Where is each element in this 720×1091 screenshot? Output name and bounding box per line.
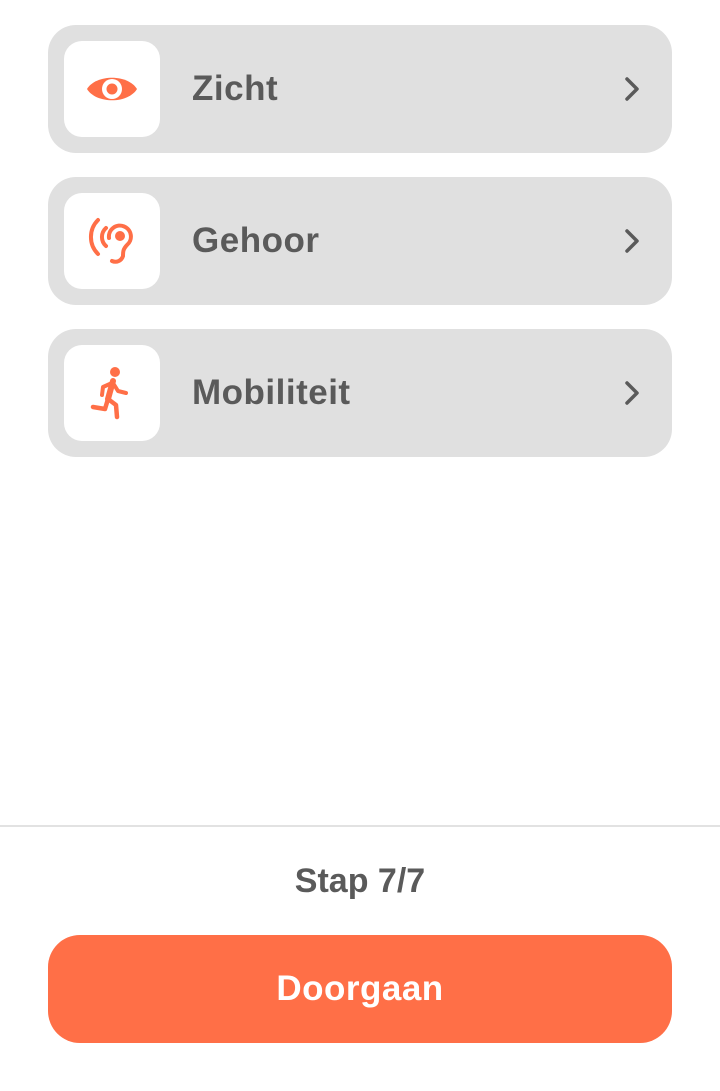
hearing-icon: [88, 218, 133, 264]
chevron-right-icon: [608, 379, 656, 407]
option-label: Gehoor: [192, 221, 320, 260]
step-indicator: Stap 7/7: [294, 862, 426, 900]
screen: Zicht Gehoor Mobiliteit Stap 7/7 Doorgaa…: [0, 0, 720, 1091]
footer-divider: [0, 825, 720, 827]
option-icon-box: [64, 41, 160, 137]
running-person-icon: [90, 367, 128, 420]
option-list: Zicht Gehoor Mobiliteit: [48, 25, 672, 481]
continue-button[interactable]: Doorgaan: [48, 935, 672, 1043]
option-mobiliteit[interactable]: Mobiliteit: [48, 329, 672, 457]
option-zicht[interactable]: Zicht: [48, 25, 672, 153]
eye-icon: [87, 77, 137, 101]
option-label: Mobiliteit: [192, 373, 351, 412]
option-label: Zicht: [192, 69, 279, 108]
option-gehoor[interactable]: Gehoor: [48, 177, 672, 305]
chevron-right-icon: [608, 227, 656, 255]
option-icon-box: [64, 345, 160, 441]
chevron-right-icon: [608, 75, 656, 103]
option-icon-box: [64, 193, 160, 289]
